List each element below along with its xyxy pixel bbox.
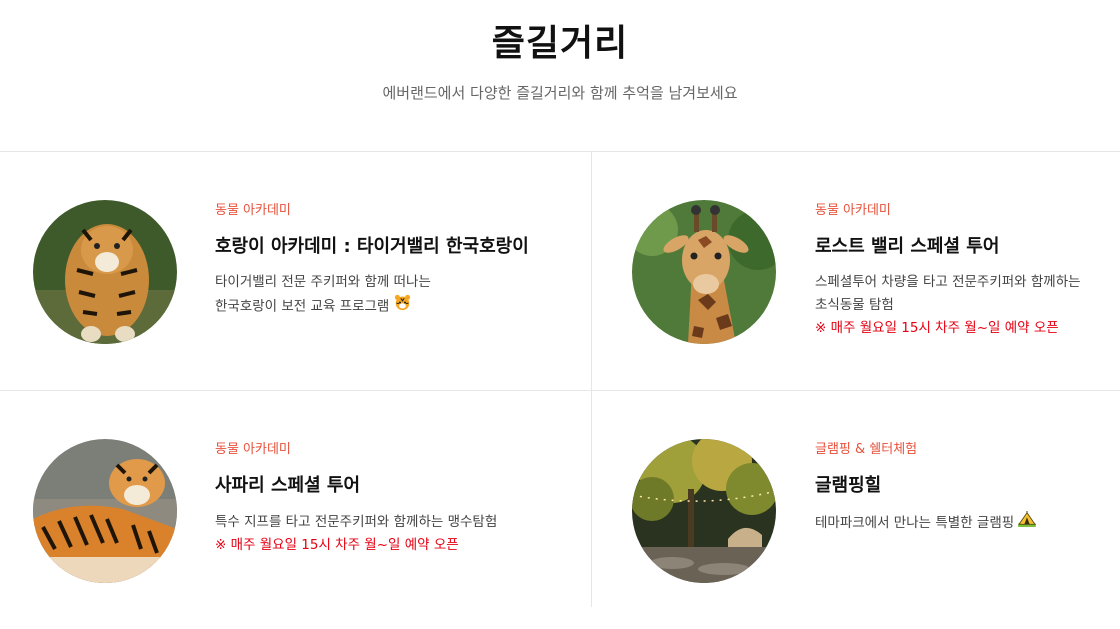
grid-divider-vertical — [591, 152, 592, 607]
description-line: 타이거밸리 전문 주키퍼와 함께 떠나는 — [215, 274, 431, 290]
description-line-with-emoji: 한국호랑이 보전 교육 프로그램 — [215, 294, 555, 319]
reservation-notice: ※ 매주 월요일 15시 차주 월~일 예약 오픈 — [215, 537, 459, 553]
card-description: 타이거밸리 전문 주키퍼와 함께 떠나는 한국호랑이 보전 교육 프로그램 — [215, 271, 555, 319]
card-title[interactable]: 사파리 스페셜 투어 — [215, 471, 360, 497]
card-title[interactable]: 로스트 밸리 스페셜 투어 — [815, 232, 999, 258]
card-title[interactable]: 글램핑힐 — [815, 471, 881, 497]
description-line-with-emoji: 테마파크에서 만나는 특별한 글램핑 — [815, 511, 1120, 535]
description-line: 한국호랑이 보전 교육 프로그램 — [215, 298, 390, 315]
card-category: 글램핑 & 쉘터체험 — [815, 442, 918, 457]
page-title: 즐길거리 — [491, 23, 629, 64]
tiger-face-icon — [394, 294, 411, 319]
description-line: 특수 지프를 타고 전문주키퍼와 함께하는 맹수탐험 — [215, 514, 498, 530]
activity-card-glamping-hill[interactable]: 글램핑 & 쉘터체험 글램핑힐 테마파크에서 만나는 특별한 글램핑 — [600, 391, 1120, 629]
glamping-photo[interactable] — [632, 439, 776, 583]
giraffe-photo[interactable] — [632, 200, 776, 344]
card-description: 테마파크에서 만나는 특별한 글램핑 — [815, 511, 1120, 535]
card-category: 동물 아카데미 — [215, 203, 291, 218]
card-description: 스페셜투어 차량을 타고 전문주키퍼와 함께하는 초식동물 탐험 ※ 매주 월요… — [815, 271, 1120, 340]
card-category: 동물 아카데미 — [215, 442, 291, 457]
card-description: 특수 지프를 타고 전문주키퍼와 함께하는 맹수탐험 ※ 매주 월요일 15시 … — [215, 511, 555, 557]
camping-tent-icon — [1018, 511, 1037, 535]
activity-grid: 동물 아카데미 호랑이 아카데미 : 타이거밸리 한국호랑이 타이거밸리 전문 … — [0, 151, 1120, 607]
activity-card-safari-tour[interactable]: 동물 아카데미 사파리 스페셜 투어 특수 지프를 타고 전문주키퍼와 함께하는… — [0, 391, 560, 629]
activity-card-tiger-academy[interactable]: 동물 아카데미 호랑이 아카데미 : 타이거밸리 한국호랑이 타이거밸리 전문 … — [0, 152, 560, 390]
card-category: 동물 아카데미 — [815, 203, 891, 218]
description-line: 스페셜투어 차량을 타고 전문주키퍼와 함께하는 — [815, 274, 1081, 290]
page-subtitle: 에버랜드에서 다양한 즐길거리와 함께 추억을 남겨보세요 — [382, 84, 738, 102]
page-header: 즐길거리 에버랜드에서 다양한 즐길거리와 함께 추억을 남겨보세요 — [0, 0, 1120, 152]
reservation-notice: ※ 매주 월요일 15시 차주 월~일 예약 오픈 — [815, 320, 1059, 336]
description-line: 초식동물 탐험 — [815, 297, 894, 313]
tiger-photo[interactable] — [33, 200, 177, 344]
description-line: 테마파크에서 만나는 특별한 글램핑 — [815, 515, 1015, 531]
activity-card-lost-valley[interactable]: 동물 아카데미 로스트 밸리 스페셜 투어 스페셜투어 차량을 타고 전문주키퍼… — [600, 152, 1120, 390]
tiger-lying-photo[interactable] — [33, 439, 177, 583]
card-title[interactable]: 호랑이 아카데미 : 타이거밸리 한국호랑이 — [215, 232, 529, 258]
